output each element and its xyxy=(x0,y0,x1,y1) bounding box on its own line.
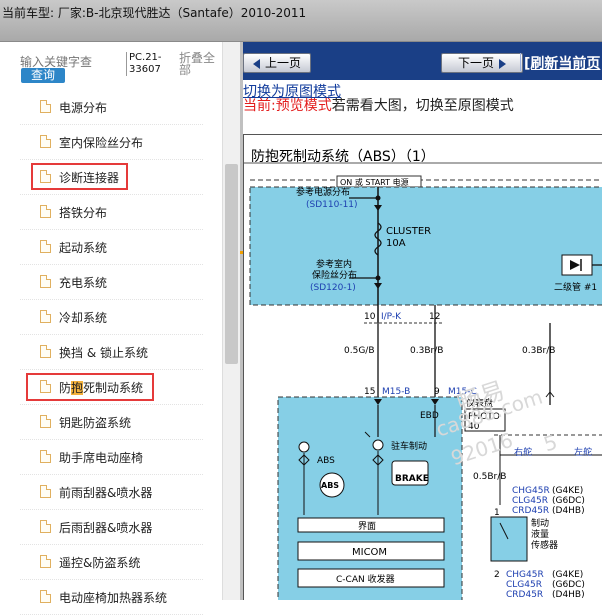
tree-item-diagnostic-connector[interactable]: 诊断连接器 xyxy=(20,160,203,195)
crd-2-eng: (D4HB) xyxy=(552,590,585,600)
abs-text: ABS xyxy=(317,456,335,466)
document-icon xyxy=(40,275,51,288)
ref-fuse-code: (SD120-1) xyxy=(310,283,356,293)
sensor-text-3: 传感器 xyxy=(531,539,558,551)
tree-item[interactable]: 后雨刮器&喷水器 xyxy=(20,510,203,545)
document-icon xyxy=(40,170,51,183)
query-button[interactable]: 查询 xyxy=(21,68,65,83)
tree-item[interactable]: 助手席电动座椅 xyxy=(20,440,203,475)
pin-2: 2 xyxy=(494,570,500,580)
ref-power-text: 参考电源分布 xyxy=(296,186,350,198)
wire-05brb-label: 0.5Br/B xyxy=(473,472,506,482)
tree-item[interactable]: 电动座椅加热器系统 xyxy=(20,580,203,615)
abs-lamp xyxy=(298,441,310,453)
chg-2-eng: (G4KE) xyxy=(552,570,583,580)
conn-ipk: I/P-K xyxy=(381,312,402,322)
clg-1: CLG45R xyxy=(512,496,548,506)
interface-text: 界面 xyxy=(358,521,376,532)
chg-2: CHG45R xyxy=(506,570,544,580)
power-label: ON 或 START 电源 xyxy=(340,177,409,187)
tree-item[interactable]: 换挡 & 锁止系统 xyxy=(20,335,203,370)
tree-item[interactable]: 起动系统 xyxy=(20,230,203,265)
wire-03brb-label-1: 0.3Br/B xyxy=(410,346,443,356)
document-icon xyxy=(40,310,51,323)
pc-code: PC.21-33607 xyxy=(126,52,169,76)
document-icon xyxy=(40,555,51,568)
pin-10: 10 xyxy=(364,312,376,322)
wire-03brb-label-2: 0.3Br/B xyxy=(522,346,555,356)
tree-item[interactable]: 搭铁分布 xyxy=(20,195,203,230)
mode-status: 当前:预览模式若需看大图，切换至原图模式 xyxy=(243,98,514,114)
page-nav-bar: 上一页 下一页 [刷新当前页 xyxy=(243,42,602,80)
clg-2: CLG45R xyxy=(506,580,542,590)
arrow-left-icon xyxy=(252,58,260,69)
tree-item[interactable]: 冷却系统 xyxy=(20,300,203,335)
chg-1: CHG45R xyxy=(512,486,550,496)
tree-item[interactable]: 电源分布 xyxy=(20,90,203,125)
crd-1: CRD45R xyxy=(512,506,549,516)
cluster-amp: 10A xyxy=(386,238,406,249)
document-icon xyxy=(40,100,51,113)
tree-item-abs[interactable]: 防抱死制动系统 xyxy=(20,370,203,405)
tree-item[interactable]: 前雨刮器&喷水器 xyxy=(20,475,203,510)
sensor-text-1: 制动 xyxy=(531,517,549,529)
brake-lamp xyxy=(372,439,384,451)
arrow-right-icon xyxy=(499,58,506,69)
document-icon xyxy=(40,240,51,253)
wiring-diagram[interactable]: 防抱死制动系统（ABS）（1） ON 或 START 电源 参考电源分布 (SD… xyxy=(243,134,602,600)
tree-item[interactable]: 室内保险丝分布 xyxy=(20,125,203,160)
wiring-diagram-svg: ON 或 START 电源 参考电源分布 (SD110-11) CLUSTER … xyxy=(244,162,602,600)
document-icon xyxy=(40,520,51,533)
ref-power-code: (SD110-11) xyxy=(306,200,358,210)
micom-text: MICOM xyxy=(352,547,387,558)
clg-1-eng: (G6DC) xyxy=(552,496,585,506)
document-icon xyxy=(40,485,51,498)
document-icon xyxy=(40,135,51,148)
document-icon xyxy=(40,415,51,428)
tree-item[interactable]: 钥匙防盗系统 xyxy=(20,405,203,440)
crd-2: CRD45R xyxy=(506,590,543,600)
collapse-all-button[interactable]: 折叠全部 xyxy=(179,52,219,76)
brake-symbol-text: BRAKE xyxy=(395,474,429,484)
brake-warning-text: 驻车制动 xyxy=(391,440,427,452)
document-icon xyxy=(40,450,51,463)
wire-05gb-label: 0.5G/B xyxy=(344,346,375,356)
pin-12: 12 xyxy=(429,312,440,322)
document-icon xyxy=(40,205,51,218)
document-icon xyxy=(40,590,51,603)
search-row: 查询 PC.21-33607 折叠全部 xyxy=(0,42,240,90)
pin-15: 15 xyxy=(364,387,375,397)
tree-item[interactable]: 遥控&防盗系统 xyxy=(20,545,203,580)
refresh-page-link[interactable]: [刷新当前页 xyxy=(519,53,600,73)
title-bar: 当前车型: 厂家:B-北京现代胜达（Santafe）2010-2011 xyxy=(0,0,602,42)
prev-page-button[interactable]: 上一页 xyxy=(243,53,311,73)
chg-1-eng: (G4KE) xyxy=(552,486,583,496)
right-rudder: 右舵 xyxy=(514,446,532,458)
sensor-box xyxy=(490,516,528,562)
pin-9: 9 xyxy=(434,387,440,397)
sensor-text-2: 液量 xyxy=(531,528,549,540)
scrollbar-thumb[interactable] xyxy=(225,164,238,364)
document-icon xyxy=(40,380,51,393)
ccan-text: C-CAN 收发器 xyxy=(336,573,395,585)
tree-scrollbar[interactable] xyxy=(222,42,241,600)
fuse-box xyxy=(249,186,602,306)
cluster-text: CLUSTER xyxy=(386,226,431,237)
tree-item[interactable]: 充电系统 xyxy=(20,265,203,300)
abs-label: 防抱死制动系统 xyxy=(59,381,144,395)
left-panel: 查询 PC.21-33607 折叠全部 电源分布 室内保险丝分布 诊断连接器 搭… xyxy=(0,42,240,615)
clg-2-eng: (G6DC) xyxy=(552,580,585,590)
diode-text: 二级管 #1 xyxy=(554,281,597,293)
crd-1-eng: (D4HB) xyxy=(552,506,585,516)
ref-fuse-2: 保险丝分布 xyxy=(312,269,357,281)
content-panel: 上一页 下一页 [刷新当前页 切换为原图模式 当前:预览模式若需看大图，切换至原… xyxy=(243,42,602,600)
next-page-button[interactable]: 下一页 xyxy=(441,53,523,73)
current-vehicle-title: 当前车型: 厂家:B-北京现代胜达（Santafe）2010-2011 xyxy=(2,6,307,20)
document-icon xyxy=(40,345,51,358)
conn-m15b: M15-B xyxy=(382,387,410,397)
system-tree: 电源分布 室内保险丝分布 诊断连接器 搭铁分布 起动系统 充电系统 冷却系统 换… xyxy=(20,90,203,615)
left-rudder: 左舵 xyxy=(574,446,592,458)
ref-fuse-1: 参考室内 xyxy=(316,258,352,270)
abs-symbol-text: ABS xyxy=(321,481,339,490)
